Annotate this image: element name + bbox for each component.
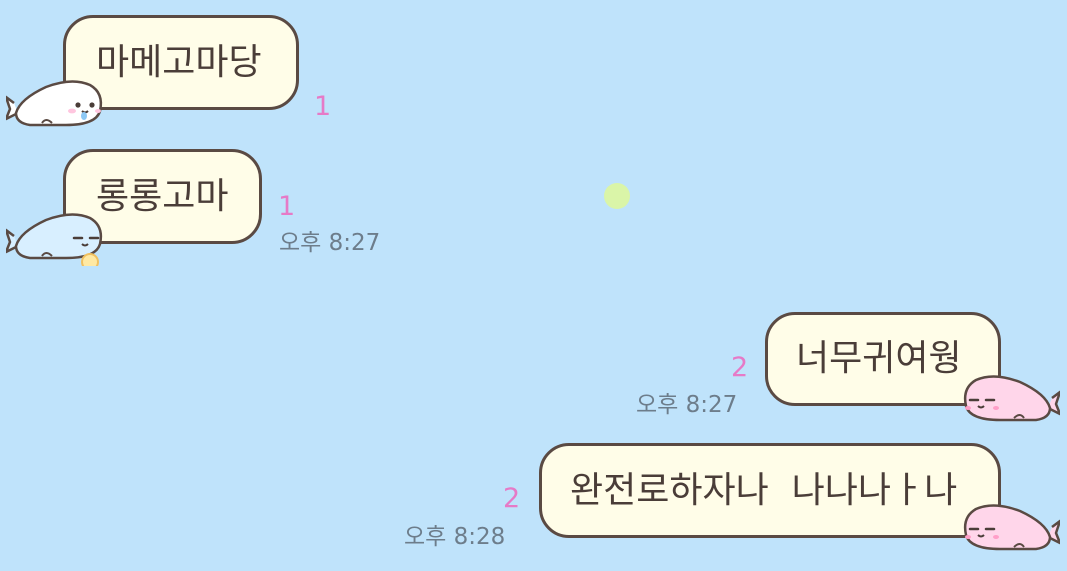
unread-count: 1 xyxy=(314,91,332,122)
message-text: 롱롱고마 xyxy=(96,175,229,217)
message-bubble[interactable]: 완전로하자나 나나나ㅏ나 xyxy=(539,443,1001,538)
chat-area: 마메고마당 1 롱롱고마 1 오후 8:27 너무귀여웡 2 오후 8:27 완… xyxy=(0,0,1067,571)
message-text: 마메고마당 xyxy=(96,41,262,83)
message-text: 너무귀여웡 xyxy=(796,338,962,379)
unread-count: 1 xyxy=(278,191,296,222)
white-seal-sticker-icon xyxy=(6,80,103,127)
message-timestamp: 오후 8:27 xyxy=(279,230,381,256)
message-text: 완전로하자나 나나나ㅏ나 xyxy=(570,469,958,511)
unread-count: 2 xyxy=(731,352,749,383)
pink-seal-sticker-icon xyxy=(963,504,1060,551)
green-dot-icon xyxy=(604,183,630,209)
blue-seal-sticker-icon xyxy=(6,213,103,266)
message-timestamp: 오후 8:28 xyxy=(404,524,506,550)
message-timestamp: 오후 8:27 xyxy=(636,392,738,418)
pink-seal-sticker-icon xyxy=(963,375,1060,422)
unread-count: 2 xyxy=(503,483,521,514)
